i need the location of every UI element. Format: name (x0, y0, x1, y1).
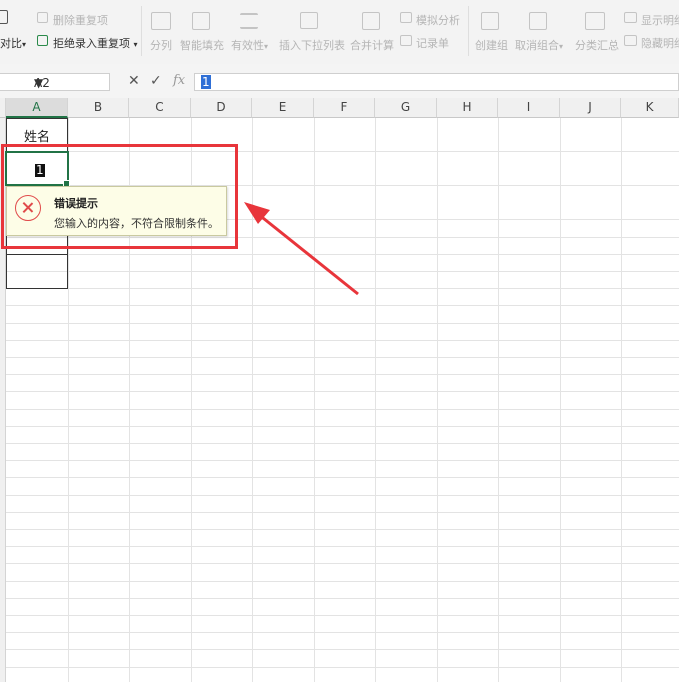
split-icon (151, 12, 171, 30)
ungroup-label: 取消组合 (515, 39, 559, 52)
column-header-a[interactable]: A (6, 98, 68, 118)
gridline-horizontal (6, 546, 679, 547)
insert-dropdown-button[interactable]: 插入下拉列表 (279, 37, 345, 53)
create-group-icon (481, 12, 499, 30)
gridline-horizontal (6, 667, 679, 668)
ribbon-separator (468, 6, 469, 56)
gridline-horizontal (6, 374, 679, 375)
show-detail-button[interactable]: 显示明细 (641, 12, 679, 28)
gridline-horizontal (6, 529, 679, 530)
gridline-horizontal (6, 271, 679, 272)
subtotal-button[interactable]: 分类汇总 (575, 37, 619, 53)
confirm-icon[interactable]: ✓ (150, 73, 162, 89)
gridline-horizontal (6, 598, 679, 599)
gridline-horizontal (6, 443, 679, 444)
formula-input[interactable]: 1 (194, 73, 679, 91)
gridline-horizontal (6, 512, 679, 513)
delete-duplicates-icon (37, 12, 48, 23)
column-header-c[interactable]: C (129, 98, 191, 118)
ungroup-icon (529, 12, 547, 30)
gridline-horizontal (6, 649, 679, 650)
hide-detail-icon (624, 35, 637, 46)
gridline-horizontal (6, 477, 679, 478)
gridline-horizontal (6, 495, 679, 496)
gridline-horizontal (6, 288, 679, 289)
gridline-horizontal (6, 305, 679, 306)
reject-duplicates-button[interactable]: 拒绝录入重复项 ▾ (53, 35, 138, 51)
gridline-horizontal (6, 254, 679, 255)
gridline-horizontal (6, 563, 679, 564)
reject-duplicates-label: 拒绝录入重复项 (53, 37, 130, 50)
column-header-i[interactable]: I (498, 98, 560, 118)
arrow-head (244, 202, 270, 224)
reject-duplicates-icon (37, 35, 48, 46)
column-header-b[interactable]: B (68, 98, 129, 118)
column-header-g[interactable]: G (375, 98, 437, 118)
fx-icon[interactable]: fx (173, 73, 185, 88)
cell-a-divider (6, 254, 68, 255)
annotation-highlight-box (1, 144, 238, 249)
column-header-e[interactable]: E (252, 98, 314, 118)
validity-icon (240, 13, 258, 29)
merge-calc-button[interactable]: 合并计算 (350, 37, 394, 53)
column-header-f[interactable]: F (314, 98, 375, 118)
gridline-horizontal (6, 391, 679, 392)
gridline-horizontal (6, 581, 679, 582)
record-form-button[interactable]: 记录单 (416, 35, 449, 51)
smart-fill-button[interactable]: 智能填充 (180, 37, 224, 53)
split-button[interactable]: 分列 (150, 37, 172, 53)
name-box[interactable]: A2 ▼ (0, 73, 110, 91)
create-group-button[interactable]: 创建组 (475, 37, 508, 53)
smart-fill-icon (192, 12, 210, 30)
gridline-horizontal (6, 426, 679, 427)
gridline-horizontal (6, 615, 679, 616)
column-header-k[interactable]: K (621, 98, 679, 118)
gridline-horizontal (6, 460, 679, 461)
column-header-j[interactable]: J (560, 98, 621, 118)
column-header-d[interactable]: D (191, 98, 252, 118)
delete-duplicates-button[interactable]: 删除重复项 (53, 12, 108, 28)
compare-label: 对比 (0, 37, 22, 50)
simulate-icon (400, 12, 412, 23)
merge-calc-icon (362, 12, 380, 30)
ribbon-separator (141, 6, 142, 56)
chevron-down-icon[interactable]: ▼ (34, 76, 43, 90)
formula-bar: A2 ▼ ✕ ✓ fx 1 (0, 64, 679, 99)
validity-button[interactable]: 有效性▾ (231, 37, 268, 53)
compare-icon[interactable] (0, 10, 8, 24)
gridline-horizontal (6, 409, 679, 410)
ungroup-button[interactable]: 取消组合▾ (515, 37, 563, 53)
insert-dropdown-icon (300, 12, 318, 29)
column-header-h[interactable]: H (437, 98, 498, 118)
ribbon-toolbar: 对比▾ 删除重复项 拒绝录入重复项 ▾ 分列 智能填充 有效性▾ 插入下拉列表 … (0, 0, 679, 65)
hide-detail-button[interactable]: 隐藏明细 (641, 35, 679, 51)
cancel-icon[interactable]: ✕ (128, 73, 140, 89)
gridline-horizontal (6, 357, 679, 358)
gridline-horizontal (6, 340, 679, 341)
record-form-icon (400, 35, 412, 46)
formula-value: 1 (201, 75, 211, 89)
compare-button[interactable]: 对比▾ (0, 35, 26, 51)
simulate-button[interactable]: 模拟分析 (416, 12, 460, 28)
subtotal-icon (585, 12, 605, 30)
gridline-horizontal (6, 323, 679, 324)
show-detail-icon (624, 12, 637, 23)
gridline-horizontal (6, 632, 679, 633)
validity-label: 有效性 (231, 39, 264, 52)
